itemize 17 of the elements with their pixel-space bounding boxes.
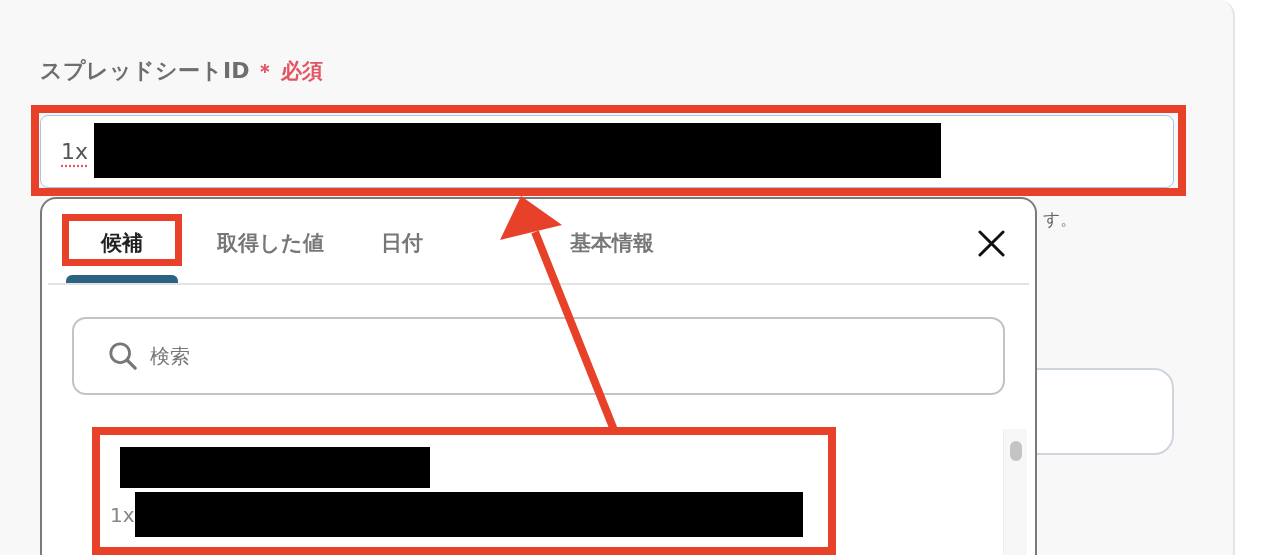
search-field[interactable]: 検索: [72, 317, 1005, 395]
tab[interactable]: 取得した値: [208, 229, 332, 257]
scrollbar[interactable]: [1003, 429, 1027, 555]
spreadsheet-id-field[interactable]: 1x: [40, 115, 1174, 188]
required-label: 必須: [281, 58, 324, 85]
search-placeholder: 検索: [150, 342, 190, 370]
field-label: スプレッドシートID: [40, 57, 250, 85]
close-icon[interactable]: [978, 229, 1005, 257]
tab[interactable]: 基本情報: [552, 229, 672, 257]
suggestion-item[interactable]: 1x: [102, 447, 826, 537]
search-icon: [108, 341, 138, 371]
tab[interactable]: 候補: [72, 229, 172, 257]
hint-text: す。: [1043, 209, 1077, 229]
item-id: 1x: [110, 502, 135, 527]
required-mark: ＊: [255, 57, 276, 85]
field-value: 1x: [61, 139, 89, 164]
tab[interactable]: 日付: [362, 229, 442, 257]
